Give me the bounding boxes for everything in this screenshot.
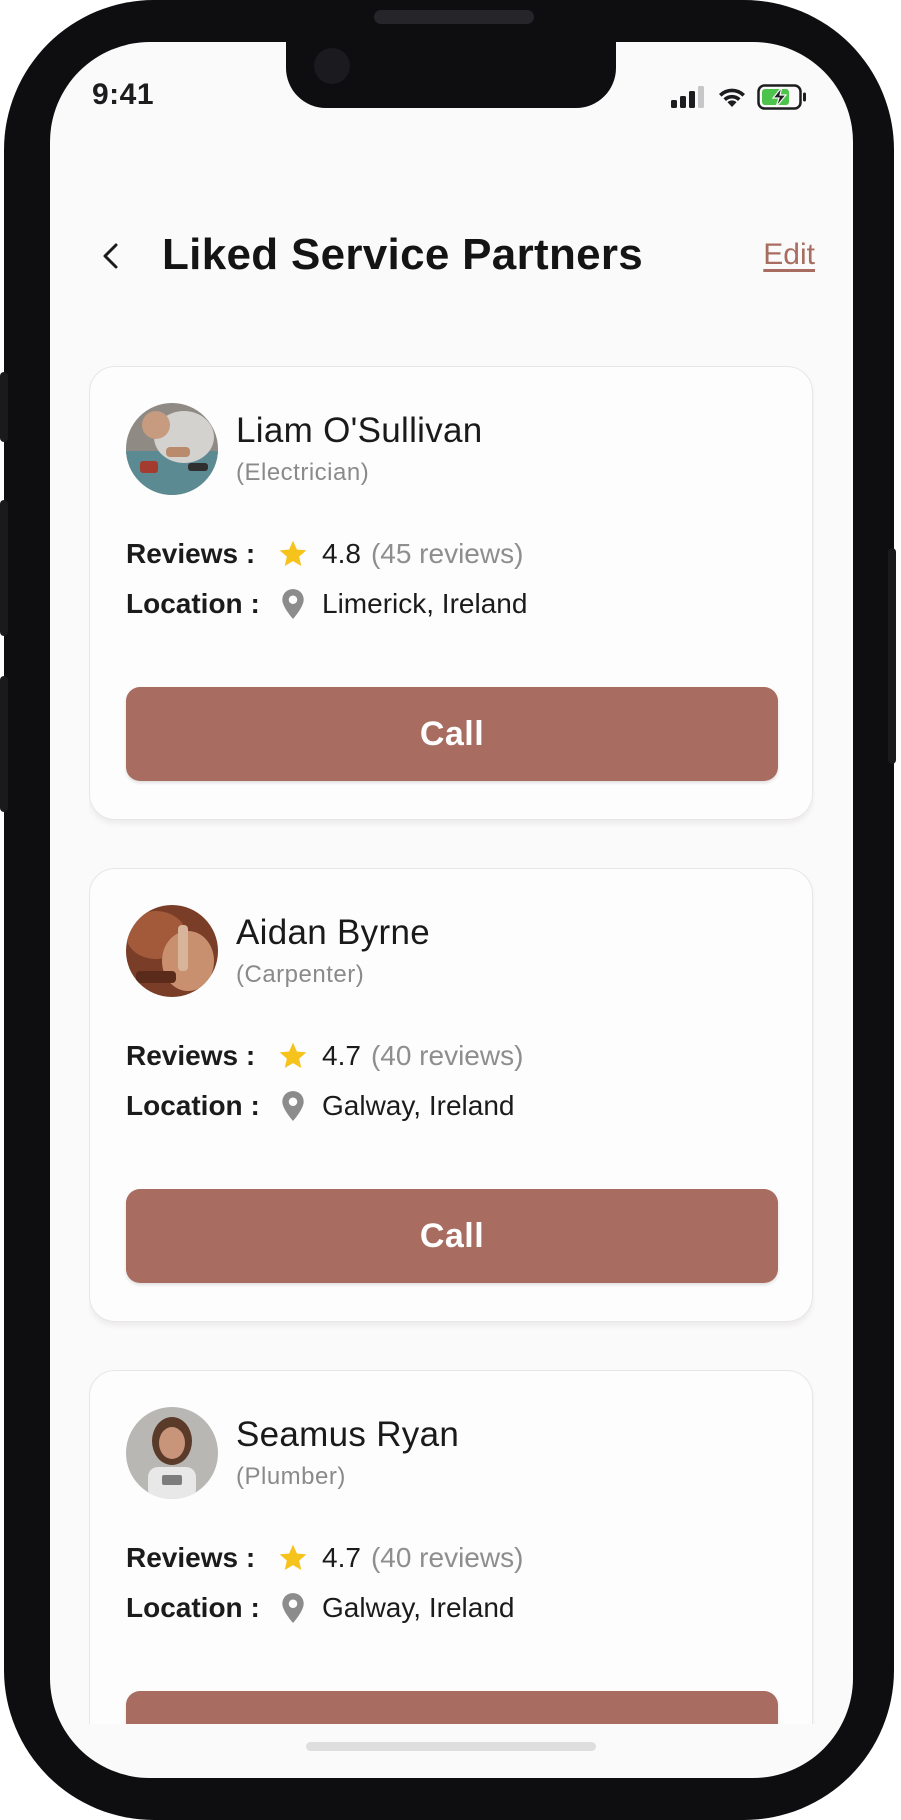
- volume-up-button: [0, 500, 8, 636]
- page-header: Liked Service Partners Edit: [50, 222, 853, 292]
- notch: [286, 42, 616, 108]
- front-camera: [314, 48, 350, 84]
- partner-role: (Plumber): [236, 1463, 346, 1490]
- location-row: Location : Galway, Ireland: [126, 1591, 514, 1625]
- wifi-icon: [717, 86, 747, 113]
- speaker-grille: [374, 10, 534, 24]
- partner-name: Liam O'Sullivan: [236, 411, 483, 450]
- location-value: Galway, Ireland: [322, 1090, 515, 1121]
- avatar: [126, 403, 218, 495]
- call-button[interactable]: Call: [126, 1189, 778, 1283]
- partner-card: Liam O'Sullivan (Electrician) Reviews : …: [89, 366, 813, 820]
- reviews-label: Reviews :: [126, 1040, 256, 1071]
- edit-link[interactable]: Edit: [763, 238, 815, 272]
- location-value: Galway, Ireland: [322, 1592, 515, 1623]
- status-time: 9:41: [92, 78, 155, 111]
- star-icon: [276, 1039, 310, 1073]
- review-count: (40 reviews): [370, 1542, 524, 1573]
- chevron-left-icon[interactable]: [92, 236, 132, 276]
- call-button[interactable]: Call: [126, 1691, 778, 1724]
- rating-value: 4.8: [322, 538, 361, 569]
- volume-down-button: [0, 676, 8, 812]
- partner-card: Aidan Byrne (Carpenter) Reviews : 4.7 (4…: [89, 868, 813, 1322]
- status-icons: [671, 84, 807, 115]
- rating-value: 4.7: [322, 1542, 361, 1573]
- call-button[interactable]: Call: [126, 687, 778, 781]
- partner-list: Liam O'Sullivan (Electrician) Reviews : …: [89, 326, 815, 1724]
- screen: 9:41 Liked Service Partners Edit Liam O'…: [50, 42, 853, 1778]
- page-title: Liked Service Partners: [162, 230, 644, 279]
- battery-charging-icon: [757, 84, 807, 115]
- map-pin-icon: [276, 1089, 310, 1123]
- partner-role: (Electrician): [236, 459, 370, 486]
- reviews-row: Reviews : 4.8 (45 reviews): [126, 537, 523, 571]
- review-count: (40 reviews): [370, 1040, 524, 1071]
- avatar: [126, 1407, 218, 1499]
- reviews-row: Reviews : 4.7 (40 reviews): [126, 1039, 523, 1073]
- star-icon: [276, 537, 310, 571]
- avatar: [126, 905, 218, 997]
- partner-name: Aidan Byrne: [236, 913, 430, 952]
- map-pin-icon: [276, 587, 310, 621]
- map-pin-icon: [276, 1591, 310, 1625]
- home-indicator[interactable]: [306, 1742, 596, 1751]
- reviews-label: Reviews :: [126, 1542, 256, 1573]
- location-value: Limerick, Ireland: [322, 588, 528, 619]
- star-icon: [276, 1541, 310, 1575]
- location-label: Location :: [126, 1592, 260, 1623]
- partner-card: Seamus Ryan (Plumber) Reviews : 4.7 (40 …: [89, 1370, 813, 1724]
- partner-name: Seamus Ryan: [236, 1415, 460, 1454]
- rating-value: 4.7: [322, 1040, 361, 1071]
- review-count: (45 reviews): [370, 538, 524, 569]
- location-label: Location :: [126, 588, 260, 619]
- location-row: Location : Limerick, Ireland: [126, 587, 527, 621]
- reviews-row: Reviews : 4.7 (40 reviews): [126, 1541, 523, 1575]
- location-row: Location : Galway, Ireland: [126, 1089, 514, 1123]
- phone-frame: 9:41 Liked Service Partners Edit Liam O'…: [0, 0, 896, 1820]
- power-button: [888, 548, 896, 764]
- reviews-label: Reviews :: [126, 538, 256, 569]
- location-label: Location :: [126, 1090, 260, 1121]
- partner-role: (Carpenter): [236, 961, 365, 988]
- signal-icon: [671, 86, 707, 113]
- mute-switch: [0, 372, 8, 442]
